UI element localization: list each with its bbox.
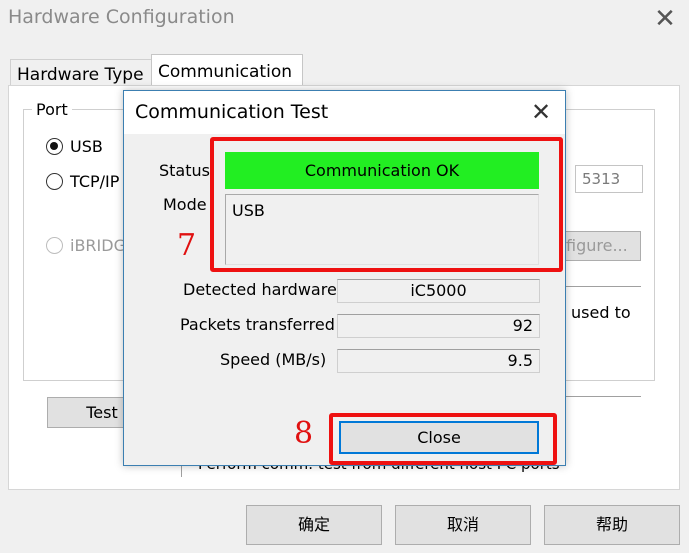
annotation-label-8: 8 bbox=[294, 416, 314, 451]
status-label: Status bbox=[159, 161, 210, 180]
tcpip-radio-label: TCP/IP bbox=[70, 172, 120, 191]
used-to-text: used to bbox=[571, 303, 631, 322]
ibridge-radio bbox=[46, 237, 63, 254]
detected-hardware-value: iC5000 bbox=[337, 279, 540, 303]
divider-line bbox=[566, 286, 641, 287]
mode-label: Mode bbox=[163, 195, 207, 214]
dialog-close-icon[interactable]: ✕ bbox=[526, 97, 556, 127]
window-title: Hardware Configuration bbox=[8, 6, 235, 28]
help-button[interactable]: 帮助 bbox=[544, 505, 680, 545]
detected-hardware-value-text: iC5000 bbox=[410, 281, 467, 300]
packets-transferred-value-text: 92 bbox=[512, 316, 533, 335]
port-number-field[interactable]: 5313 bbox=[575, 165, 643, 193]
port-group-label: Port bbox=[32, 100, 72, 119]
close-icon[interactable]: ✕ bbox=[650, 4, 680, 34]
speed-value-text: 9.5 bbox=[507, 351, 533, 370]
detected-hardware-label: Detected hardware bbox=[183, 280, 337, 299]
configure-button: figure... bbox=[555, 231, 641, 261]
speed-label: Speed (MB/s) bbox=[220, 350, 327, 369]
usb-radio-label: USB bbox=[70, 137, 103, 156]
packets-transferred-label: Packets transferred bbox=[180, 315, 335, 334]
ok-button[interactable]: 确定 bbox=[246, 505, 382, 545]
highlight-box-close bbox=[329, 413, 557, 465]
packets-transferred-value: 92 bbox=[337, 314, 540, 338]
annotation-label-7: 7 bbox=[177, 228, 197, 263]
tcpip-radio[interactable] bbox=[46, 173, 63, 190]
tab-communication[interactable]: Communication bbox=[151, 54, 303, 86]
tab-hardware-type[interactable]: Hardware Type bbox=[10, 59, 152, 85]
speed-value: 9.5 bbox=[337, 349, 540, 373]
highlight-box-status-mode bbox=[210, 137, 563, 272]
divider-line-2 bbox=[566, 396, 641, 397]
cancel-button[interactable]: 取消 bbox=[395, 505, 531, 545]
ibridge-radio-label: iBRIDG bbox=[70, 236, 126, 255]
usb-radio[interactable] bbox=[46, 138, 63, 155]
dialog-title: Communication Test bbox=[135, 101, 329, 123]
